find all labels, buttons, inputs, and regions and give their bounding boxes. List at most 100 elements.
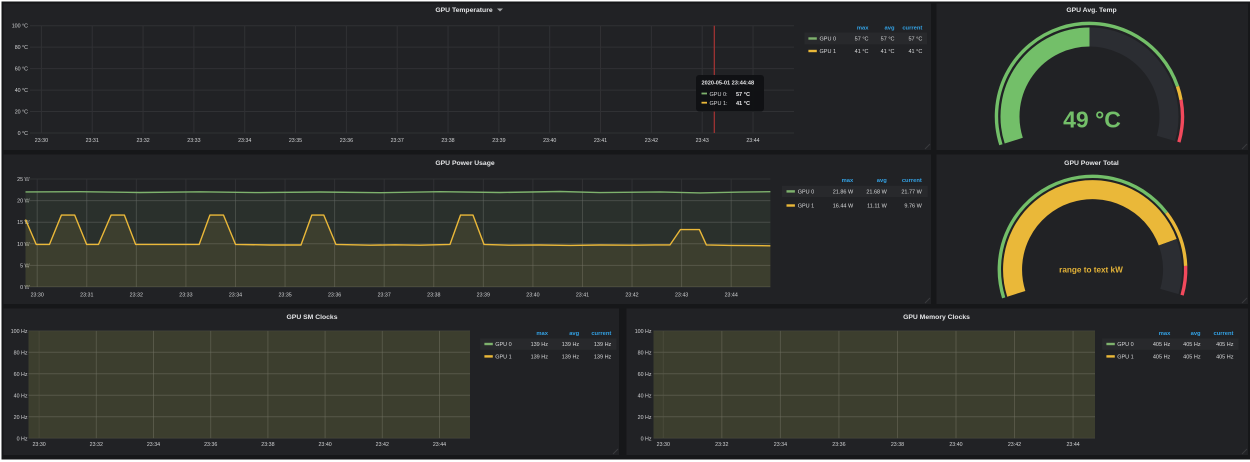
svg-text:23:40: 23:40 [318,442,331,448]
svg-text:23:41: 23:41 [576,292,589,298]
svg-text:range to text kW: range to text kW [1059,266,1123,275]
svg-text:405 Hz: 405 Hz [1216,354,1234,360]
svg-text:21.86 W: 21.86 W [833,189,854,195]
svg-text:max: max [857,26,869,32]
svg-text:23:36: 23:36 [832,442,845,448]
svg-text:GPU 0: GPU 0 [820,37,837,43]
svg-text:23:38: 23:38 [441,138,454,144]
svg-text:41 °C: 41 °C [881,49,895,55]
svg-text:23:32: 23:32 [130,292,143,298]
svg-text:23:34: 23:34 [229,292,242,298]
svg-text:23:36: 23:36 [340,138,353,144]
svg-text:20 Hz: 20 Hz [638,415,652,421]
svg-text:23:39: 23:39 [477,292,490,298]
svg-text:GPU 0: GPU 0 [495,342,512,348]
svg-text:2020-05-01 23:44:48: 2020-05-01 23:44:48 [702,81,755,87]
svg-text:23:31: 23:31 [80,292,93,298]
svg-text:41 °C: 41 °C [908,49,922,55]
svg-text:57 °C: 57 °C [881,37,895,43]
svg-text:23:35: 23:35 [278,292,291,298]
svg-text:139 Hz: 139 Hz [531,342,549,348]
svg-text:405 Hz: 405 Hz [1153,354,1171,360]
svg-text:23:38: 23:38 [891,442,904,448]
svg-text:57 °C: 57 °C [908,37,922,43]
svg-text:41 °C: 41 °C [736,101,750,107]
svg-text:GPU 0: GPU 0 [1117,342,1134,348]
svg-text:23:42: 23:42 [625,292,638,298]
svg-text:23:32: 23:32 [90,442,103,448]
svg-text:80 °C: 80 °C [15,45,28,51]
svg-text:23:35: 23:35 [289,138,302,144]
svg-text:23:44: 23:44 [1066,442,1079,448]
svg-text:23:40: 23:40 [543,138,556,144]
svg-text:11.11 W: 11.11 W [867,204,887,210]
svg-text:405 Hz: 405 Hz [1183,342,1201,348]
svg-text:40 Hz: 40 Hz [14,393,28,399]
svg-text:max: max [842,178,854,184]
svg-text:avg: avg [877,178,887,184]
svg-text:100 °C: 100 °C [12,24,28,30]
svg-text:57 °C: 57 °C [736,92,750,98]
svg-text:current: current [902,178,922,184]
svg-text:GPU Power Total: GPU Power Total [1064,160,1119,167]
svg-text:9.76 W: 9.76 W [904,204,922,210]
svg-text:40 °C: 40 °C [15,88,28,94]
svg-text:GPU Memory Clocks: GPU Memory Clocks [903,314,970,321]
svg-text:20 °C: 20 °C [15,110,28,116]
svg-text:current: current [1214,331,1234,337]
svg-text:80 Hz: 80 Hz [14,350,28,356]
svg-text:23:44: 23:44 [725,292,738,298]
svg-text:max: max [536,331,548,337]
svg-text:139 Hz: 139 Hz [531,354,549,360]
svg-text:23:33: 23:33 [179,292,192,298]
svg-text:25 W: 25 W [17,177,29,183]
svg-text:23:30: 23:30 [32,442,45,448]
svg-text:21.77 W: 21.77 W [901,189,922,195]
svg-text:23:37: 23:37 [378,292,391,298]
svg-text:GPU 0: GPU 0 [798,189,815,195]
svg-text:23:37: 23:37 [391,138,404,144]
svg-text:23:38: 23:38 [261,442,274,448]
svg-text:GPU Temperature: GPU Temperature [435,7,493,14]
svg-text:current: current [591,331,611,337]
svg-text:41 °C: 41 °C [855,49,869,55]
svg-text:23:33: 23:33 [187,138,200,144]
svg-text:23:44: 23:44 [746,138,759,144]
svg-text:100 Hz: 100 Hz [635,329,652,335]
svg-text:avg: avg [1191,331,1201,337]
svg-text:23:30: 23:30 [31,292,44,298]
svg-text:139 Hz: 139 Hz [594,354,612,360]
svg-text:23:36: 23:36 [204,442,217,448]
svg-text:49 °C: 49 °C [1063,107,1121,133]
svg-text:avg: avg [885,26,895,32]
svg-text:max: max [1159,331,1171,337]
svg-text:GPU 1: GPU 1 [798,204,815,210]
svg-text:23:30: 23:30 [35,138,48,144]
svg-text:405 Hz: 405 Hz [1183,354,1201,360]
svg-text:139 Hz: 139 Hz [562,342,580,348]
svg-text:139 Hz: 139 Hz [594,342,612,348]
svg-text:23:36: 23:36 [328,292,341,298]
svg-text:current: current [902,26,922,32]
svg-text:GPU 1: GPU 1 [820,49,837,55]
svg-text:GPU SM Clocks: GPU SM Clocks [287,314,338,321]
svg-text:23:44: 23:44 [433,442,446,448]
svg-text:23:31: 23:31 [86,138,99,144]
svg-text:21.68 W: 21.68 W [866,189,887,195]
svg-text:23:43: 23:43 [696,138,709,144]
svg-text:GPU 1: GPU 1 [495,354,512,360]
svg-text:139 Hz: 139 Hz [562,354,580,360]
svg-text:23:32: 23:32 [715,442,728,448]
svg-text:avg: avg [569,331,579,337]
svg-text:60 °C: 60 °C [15,67,28,73]
svg-text:405 Hz: 405 Hz [1153,342,1171,348]
svg-text:GPU Avg. Temp: GPU Avg. Temp [1066,7,1116,14]
svg-text:23:41: 23:41 [594,138,607,144]
svg-text:23:30: 23:30 [657,442,670,448]
svg-text:GPU Power Usage: GPU Power Usage [435,160,495,167]
svg-text:23:42: 23:42 [645,138,658,144]
svg-text:23:38: 23:38 [427,292,440,298]
svg-text:0 Hz: 0 Hz [641,436,652,442]
svg-text:GPU 1: GPU 1 [1117,354,1134,360]
svg-text:23:43: 23:43 [675,292,688,298]
